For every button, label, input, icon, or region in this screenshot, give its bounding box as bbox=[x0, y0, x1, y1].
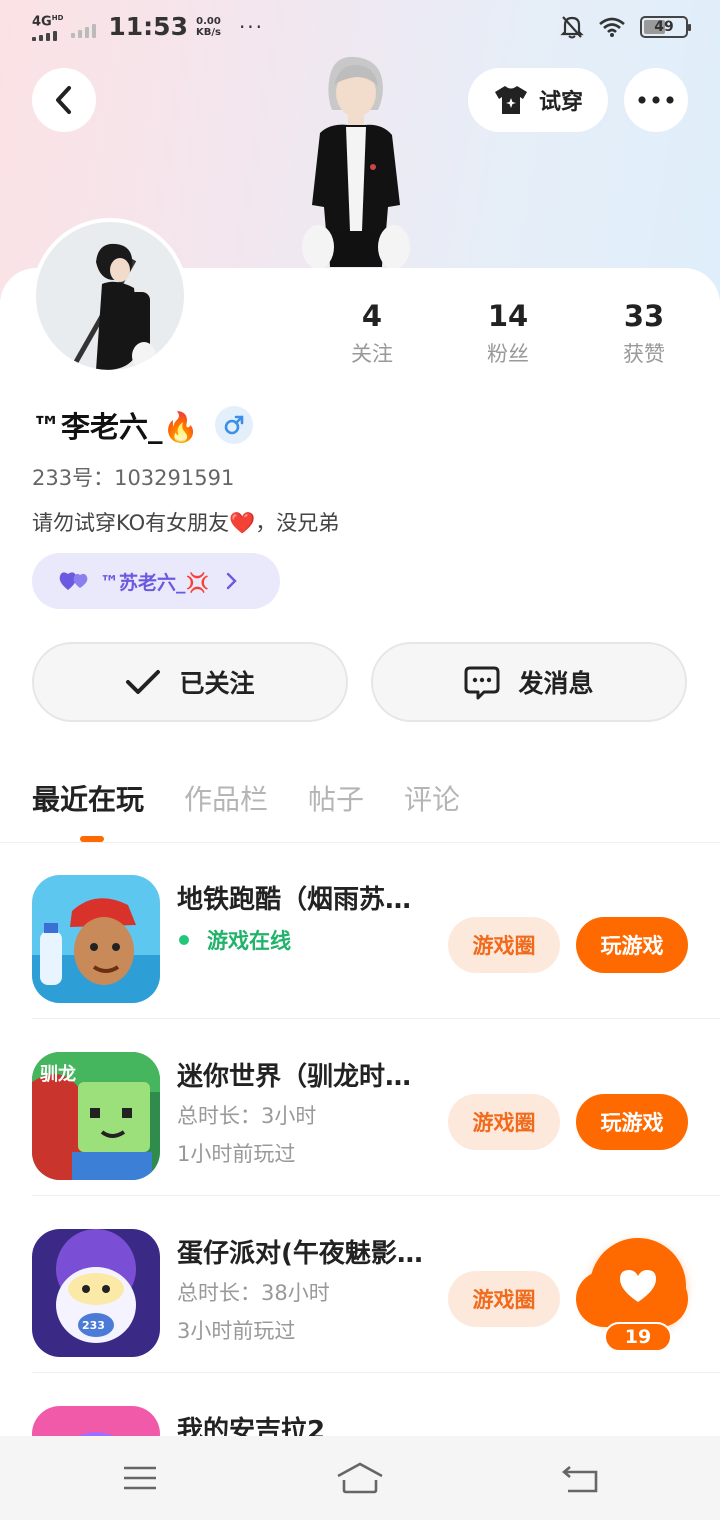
game-title: 迷你世界（驯龙时… bbox=[177, 1062, 412, 1092]
network-type: 4GHD bbox=[32, 14, 64, 30]
try-on-label: 试穿 bbox=[538, 90, 583, 115]
nickname: ™李老六_🔥 bbox=[32, 410, 199, 444]
home-button[interactable] bbox=[330, 1458, 390, 1498]
try-on-button[interactable]: 试穿 bbox=[468, 68, 608, 132]
couple-tag[interactable]: ™苏老六_💢 bbox=[32, 553, 280, 609]
svg-text:233: 233 bbox=[82, 1319, 105, 1332]
game-title: 蛋仔派对(午夜魅影… bbox=[177, 1239, 423, 1269]
send-message-button[interactable]: 发消息 bbox=[371, 642, 687, 722]
avatar-3d-figure bbox=[302, 56, 410, 269]
divider bbox=[32, 1018, 720, 1019]
online-status: 游戏在线 bbox=[177, 925, 291, 955]
menu-icon bbox=[124, 1466, 156, 1490]
system-nav-bar bbox=[0, 1436, 720, 1520]
stat-likes[interactable]: 33 获赞 bbox=[576, 298, 712, 368]
chevron-left-icon bbox=[56, 86, 71, 114]
divider bbox=[32, 1372, 720, 1373]
tab-recently-played[interactable]: 最近在玩 bbox=[32, 778, 144, 818]
followed-label: 已关注 bbox=[179, 669, 255, 698]
eggy-party-game-icon: 233 bbox=[32, 1229, 160, 1357]
back-nav-button[interactable] bbox=[550, 1458, 610, 1498]
bio: 请勿试穿KO有女朋友❤️，没兄弟 bbox=[32, 511, 340, 535]
battery-icon: 49 bbox=[640, 16, 691, 38]
game-circle-button[interactable]: 游戏圈 bbox=[448, 1271, 560, 1327]
status-bar: 4GHD 11:53 0.00 KB/s ··· 49 bbox=[0, 0, 720, 56]
back-button[interactable] bbox=[32, 68, 96, 132]
male-gender-icon bbox=[214, 406, 253, 444]
chevron-right-icon bbox=[226, 572, 237, 590]
mini-world-game-icon: 驯龙 bbox=[32, 1052, 160, 1180]
subway-surfers-game-icon bbox=[32, 875, 160, 1003]
more-options-button[interactable] bbox=[624, 68, 688, 132]
tab-works[interactable]: 作品栏 bbox=[184, 778, 268, 818]
like-count: 19 bbox=[604, 1322, 672, 1352]
avatar[interactable] bbox=[32, 218, 188, 374]
couple-name: ™苏老六_💢 bbox=[100, 571, 210, 594]
signal-2-icon bbox=[71, 16, 97, 38]
list-item[interactable]: 地铁跑酷（烟雨苏… 游戏在线 游戏圈 玩游戏 bbox=[32, 843, 720, 1019]
like-button[interactable] bbox=[590, 1238, 686, 1334]
home-icon bbox=[337, 1462, 383, 1494]
last-played: 1小时前玩过 bbox=[177, 1142, 296, 1166]
list-item[interactable]: 驯龙 迷你世界（驯龙时… 总时长：3小时 1小时前玩过 游戏圈 玩游戏 bbox=[32, 1020, 720, 1196]
game-title: 地铁跑酷（烟雨苏… bbox=[177, 885, 412, 915]
clock: 11:53 bbox=[108, 12, 188, 41]
stat-following[interactable]: 4 关注 bbox=[304, 298, 440, 368]
total-playtime: 总时长：3小时 bbox=[177, 1104, 317, 1128]
avatar-figure bbox=[36, 222, 184, 370]
divider bbox=[32, 1195, 720, 1196]
check-icon bbox=[126, 670, 161, 694]
game-circle-button[interactable]: 游戏圈 bbox=[448, 917, 560, 973]
menu-button[interactable] bbox=[110, 1458, 170, 1498]
play-game-button[interactable]: 玩游戏 bbox=[576, 917, 688, 973]
total-playtime: 总时长：38小时 bbox=[177, 1281, 330, 1305]
more-notifications-icon: ··· bbox=[238, 14, 265, 39]
profile-tabs: 最近在玩 作品栏 帖子 评论 bbox=[32, 778, 460, 818]
tshirt-icon bbox=[494, 86, 527, 114]
nickname-row: ™李老六_🔥 bbox=[32, 404, 253, 446]
profile-stats: 4 关注 14 粉丝 33 获赞 bbox=[304, 298, 712, 368]
last-played: 3小时前玩过 bbox=[177, 1319, 296, 1343]
double-heart-icon bbox=[59, 572, 88, 590]
stat-label: 粉丝 bbox=[487, 342, 529, 366]
network-speed: 0.00 KB/s bbox=[195, 15, 221, 38]
stat-value: 14 bbox=[487, 299, 529, 333]
stat-value: 4 bbox=[361, 299, 383, 333]
heart-icon bbox=[620, 1270, 656, 1302]
signal-icon bbox=[32, 30, 63, 41]
wifi-icon bbox=[599, 17, 625, 37]
more-dots-icon bbox=[638, 96, 674, 104]
stat-fans[interactable]: 14 粉丝 bbox=[440, 298, 576, 368]
play-game-button[interactable]: 玩游戏 bbox=[576, 1094, 688, 1150]
stat-label: 关注 bbox=[351, 342, 393, 366]
send-message-label: 发消息 bbox=[518, 669, 594, 698]
return-icon bbox=[562, 1466, 598, 1493]
mute-bell-icon bbox=[560, 16, 584, 39]
chat-bubble-icon bbox=[464, 666, 500, 700]
tab-posts[interactable]: 帖子 bbox=[308, 778, 364, 818]
followed-button[interactable]: 已关注 bbox=[32, 642, 348, 722]
online-dot-icon bbox=[179, 935, 189, 945]
tab-comments[interactable]: 评论 bbox=[404, 778, 460, 818]
stat-label: 获赞 bbox=[623, 342, 665, 366]
game-circle-button[interactable]: 游戏圈 bbox=[448, 1094, 560, 1150]
svg-text:驯龙: 驯龙 bbox=[40, 1063, 76, 1085]
stat-value: 33 bbox=[623, 299, 665, 333]
user-id: 233号：103291591 bbox=[32, 466, 235, 490]
